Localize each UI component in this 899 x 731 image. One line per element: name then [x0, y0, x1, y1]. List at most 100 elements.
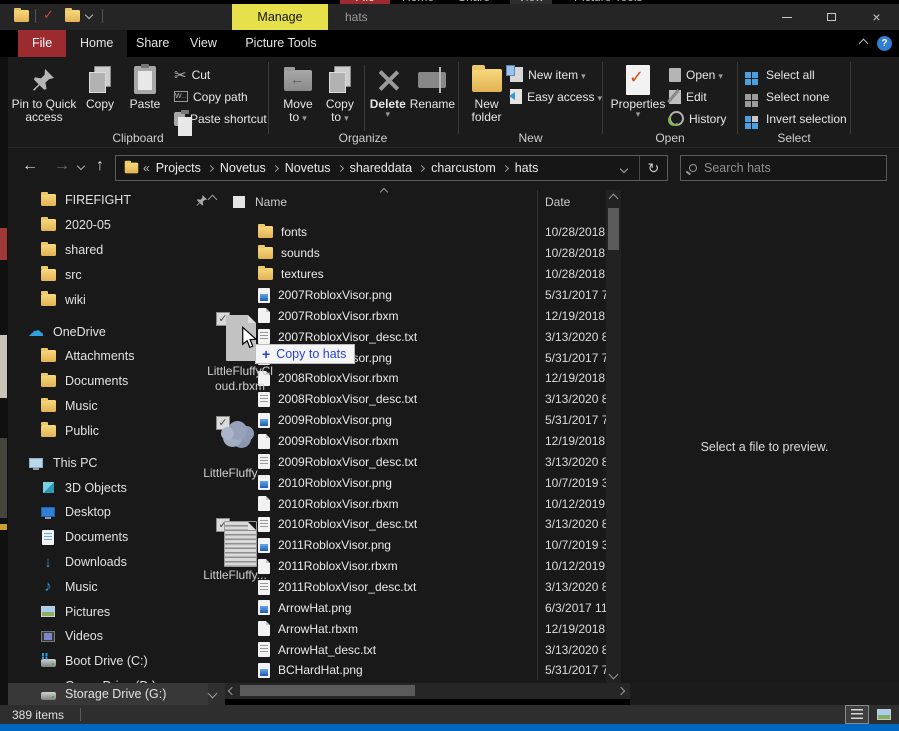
file-row[interactable]: 2008RobloxVisor_desc.txt3/13/2020 8: [225, 389, 615, 410]
close-button[interactable]: ×: [854, 4, 899, 30]
file-row[interactable]: fonts10/28/2018: [225, 222, 615, 243]
qat-folder2-icon[interactable]: [65, 10, 80, 22]
date-column-header[interactable]: Date: [545, 195, 570, 209]
file-row[interactable]: 2007RobloxVisor_desc.txt3/13/2020 8: [225, 326, 615, 347]
tab-view[interactable]: View: [176, 30, 231, 57]
breadcrumb-segment[interactable]: hats: [509, 161, 545, 175]
sidebar-item-documents[interactable]: Documents: [8, 369, 225, 394]
hscrollbar-thumb[interactable]: [240, 685, 415, 696]
select-all-button[interactable]: Select all: [742, 65, 847, 84]
copy-to-button[interactable]: Copy to: [319, 61, 361, 125]
copy-path-button[interactable]: W…Copy path: [174, 87, 267, 106]
sidebar-item-documents[interactable]: Documents: [8, 525, 225, 550]
breadcrumb-chevron-icon[interactable]: [502, 164, 509, 171]
address-dropdown-button[interactable]: [609, 161, 639, 175]
breadcrumb-chevron-icon[interactable]: [272, 164, 279, 171]
sidebar-item-shared[interactable]: shared: [8, 238, 225, 263]
delete-button[interactable]: Delete ▾: [368, 61, 408, 117]
properties-button[interactable]: Properties ▾: [609, 61, 667, 117]
file-row[interactable]: 2009RobloxVisor.rbxm12/19/2018: [225, 431, 615, 452]
sidebar-item-src[interactable]: src: [8, 262, 225, 287]
file-row[interactable]: ArrowHat.rbxm12/19/2018: [225, 618, 615, 639]
breadcrumb-chevron-icon[interactable]: [337, 164, 344, 171]
sidebar-item-pictures[interactable]: Pictures: [8, 599, 225, 624]
sidebar-item-public[interactable]: Public: [8, 418, 225, 443]
sidebar-item-music[interactable]: Music: [8, 574, 225, 599]
file-row[interactable]: ArrowHat.png6/3/2017 11: [225, 597, 615, 618]
breadcrumb-overflow[interactable]: «: [143, 161, 150, 175]
sidebar-item-this-pc[interactable]: This PC: [8, 450, 225, 475]
sidebar-item-wiki[interactable]: wiki: [8, 287, 225, 312]
file-row[interactable]: 2011RobloxVisor.png10/7/2019 3: [225, 535, 615, 556]
breadcrumb-chevron-icon[interactable]: [418, 164, 425, 171]
file-row[interactable]: 2011RobloxVisor_desc.txt3/13/2020 8: [225, 577, 615, 598]
easy-access-button[interactable]: Easy access: [510, 87, 602, 106]
scroll-left-icon[interactable]: [228, 687, 236, 695]
search-input[interactable]: [704, 161, 864, 175]
breadcrumb-segment[interactable]: shareddata: [344, 161, 419, 175]
sidebar-item-boot-drive-c-[interactable]: Boot Drive (C:): [8, 649, 225, 674]
name-column-header[interactable]: Name: [255, 195, 287, 209]
file-row[interactable]: 2007RobloxVisor.png5/31/2017 7: [225, 285, 615, 306]
file-row[interactable]: textures10/28/2018: [225, 264, 615, 285]
new-folder-button[interactable]: New folder: [467, 61, 506, 124]
thumbnails-view-button[interactable]: [872, 705, 896, 724]
breadcrumb-segment[interactable]: charcustom: [425, 161, 502, 175]
cut-button[interactable]: ✂Cut: [174, 65, 267, 84]
paste-button[interactable]: Paste: [122, 61, 168, 111]
breadcrumb-chevron-icon[interactable]: [207, 164, 214, 171]
sidebar-item-firefight[interactable]: FIREFIGHT: [8, 188, 225, 213]
file-row[interactable]: 2010RobloxVisor.rbxm10/12/2019: [225, 493, 615, 514]
back-icon[interactable]: ←: [22, 157, 38, 175]
tab-home[interactable]: Home: [66, 30, 127, 57]
scroll-up-icon[interactable]: [609, 194, 619, 204]
minimize-button[interactable]: [764, 4, 809, 30]
maximize-button[interactable]: [809, 4, 854, 30]
vertical-scrollbar[interactable]: [606, 190, 621, 683]
sidebar-item-attachments[interactable]: Attachments: [8, 344, 225, 369]
file-row[interactable]: BCHardHat.png5/31/2017 7: [225, 660, 615, 681]
forward-icon[interactable]: →: [54, 157, 70, 175]
scroll-down-icon[interactable]: [609, 670, 619, 680]
new-item-button[interactable]: New item: [510, 65, 602, 84]
scroll-right-icon[interactable]: [617, 687, 625, 695]
file-row[interactable]: 2011RobloxVisor.rbxm10/12/2019: [225, 556, 615, 577]
horizontal-scrollbar[interactable]: [225, 683, 630, 699]
scrollbar-thumb[interactable]: [608, 208, 619, 250]
sidebar-item-downloads[interactable]: Downloads: [8, 550, 225, 575]
file-row[interactable]: ArrowHat_desc.txt3/13/2020 8: [225, 639, 615, 660]
qat-check-icon[interactable]: [42, 10, 57, 23]
paste-shortcut-button[interactable]: Paste shortcut: [174, 109, 267, 128]
help-icon[interactable]: ?: [877, 36, 892, 51]
qat-customize-chevron-icon[interactable]: [85, 11, 93, 19]
copy-button[interactable]: Copy: [78, 61, 122, 111]
qat-folder-icon[interactable]: [14, 10, 29, 22]
tab-picture-tools[interactable]: Picture Tools: [233, 30, 329, 57]
sidebar-item-2020-05[interactable]: 2020-05: [8, 213, 225, 238]
recent-locations-chevron-icon[interactable]: [77, 162, 85, 170]
file-row[interactable]: sounds10/28/2018: [225, 243, 615, 264]
manage-contextual-tab[interactable]: Manage: [232, 4, 328, 30]
address-bar[interactable]: « ProjectsNovetusNovetusshareddatacharcu…: [115, 155, 668, 181]
open-button[interactable]: Open: [669, 65, 726, 84]
up-icon[interactable]: ↑: [96, 157, 104, 175]
file-row[interactable]: 2008RobloxVisor.png5/31/2017 7: [225, 347, 615, 368]
sidebar-item-3d-objects[interactable]: 3D Objects: [8, 475, 225, 500]
sidebar-item-desktop[interactable]: Desktop: [8, 500, 225, 525]
file-row[interactable]: 2010RobloxVisor_desc.txt3/13/2020 8: [225, 514, 615, 535]
file-row[interactable]: 2007RobloxVisor.rbxm12/19/2018: [225, 305, 615, 326]
file-row[interactable]: 2009RobloxVisor.png5/31/2017 7: [225, 410, 615, 431]
move-to-button[interactable]: Move to: [277, 61, 319, 125]
tab-share[interactable]: Share: [122, 30, 183, 57]
search-box[interactable]: [680, 155, 887, 181]
select-none-button[interactable]: Select none: [742, 87, 847, 106]
breadcrumb-segment[interactable]: Projects: [150, 161, 207, 175]
sidebar-item-onedrive[interactable]: OneDrive: [8, 319, 225, 344]
sidebar-scroll-down-icon[interactable]: [208, 689, 218, 699]
pin-to-quick-access-button[interactable]: Pin to Quick access: [10, 61, 78, 124]
select-all-checkbox[interactable]: [233, 196, 245, 208]
collapse-ribbon-icon[interactable]: [859, 39, 869, 49]
file-row[interactable]: 2008RobloxVisor.rbxm12/19/2018: [225, 368, 615, 389]
details-view-button[interactable]: [845, 705, 869, 724]
sidebar-item-videos[interactable]: Videos: [8, 624, 225, 649]
